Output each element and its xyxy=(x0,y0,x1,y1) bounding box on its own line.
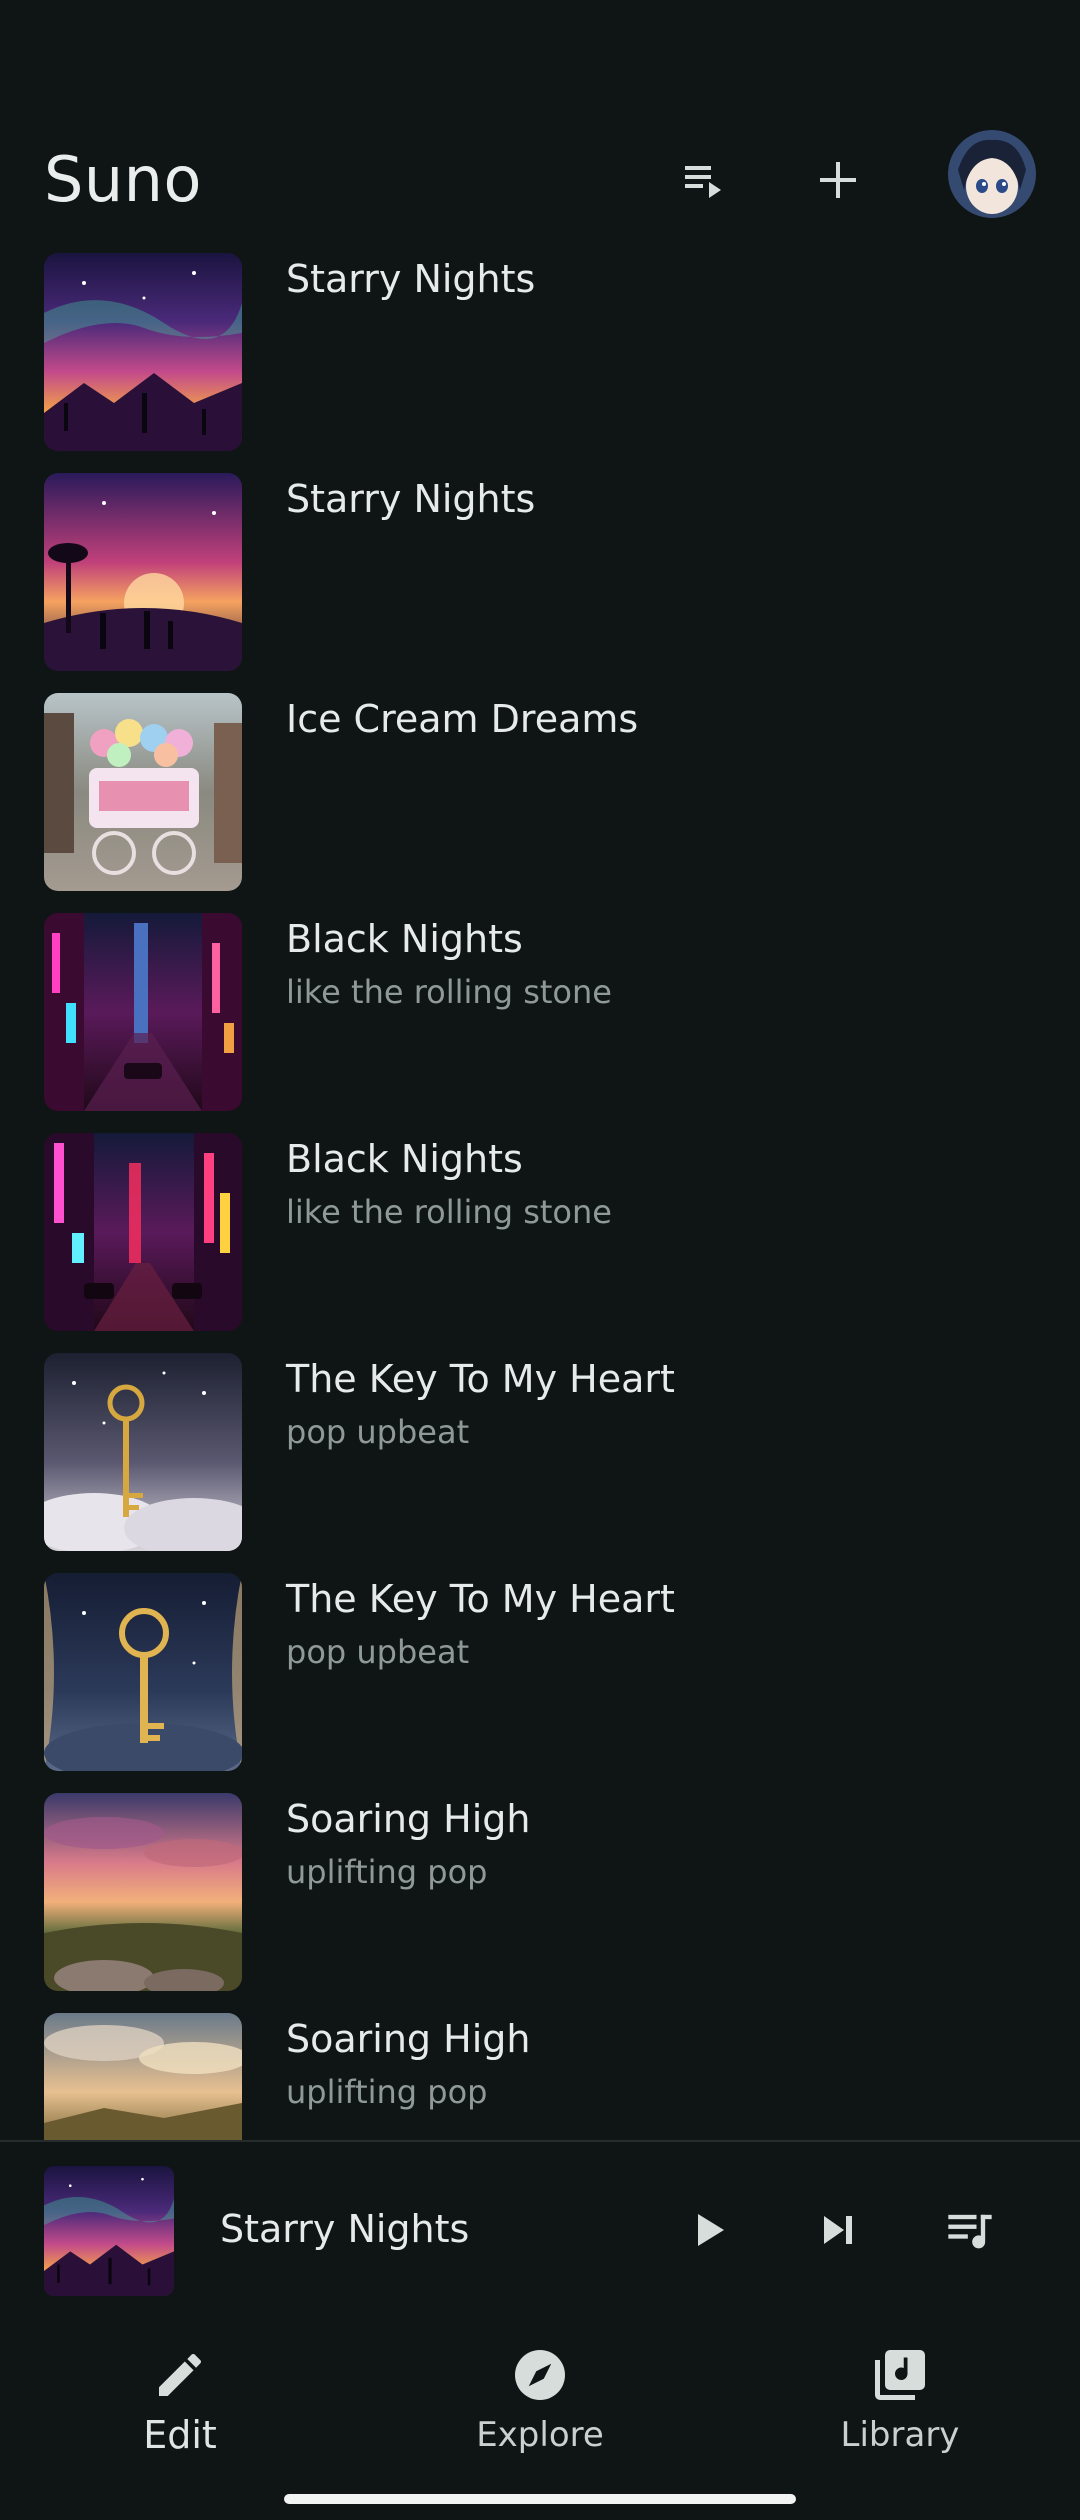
queue-button[interactable] xyxy=(655,132,751,228)
nav-library[interactable]: Library xyxy=(720,2340,1080,2480)
song-row[interactable]: Black Nights like the rolling stone xyxy=(0,910,1080,1130)
song-subtitle: pop upbeat xyxy=(286,1413,470,1451)
sunset-landscape-image xyxy=(44,1793,242,1991)
avatar[interactable] xyxy=(948,130,1036,218)
song-list[interactable]: Starry Nights Starry Nights Ice Cream Dr… xyxy=(0,250,1080,2140)
app-bar: Suno xyxy=(0,130,1080,230)
song-cover xyxy=(44,1353,242,1551)
song-subtitle: uplifting pop xyxy=(286,2073,488,2111)
song-title: Soaring High xyxy=(286,1797,531,1841)
play-icon xyxy=(698,2214,724,2246)
song-cover xyxy=(44,1133,242,1331)
add-button[interactable] xyxy=(790,132,886,228)
song-subtitle: like the rolling stone xyxy=(286,1193,612,1231)
sunset-family-silhouettes-image xyxy=(44,473,242,671)
song-title: Starry Nights xyxy=(286,257,536,301)
neon-city-street-image xyxy=(44,913,242,1111)
skip-next-icon xyxy=(824,2216,852,2244)
song-row[interactable]: The Key To My Heart pop upbeat xyxy=(0,1570,1080,1790)
song-cover xyxy=(44,253,242,451)
song-cover xyxy=(44,2013,242,2140)
song-cover xyxy=(44,913,242,1111)
song-row[interactable]: Soaring High uplifting pop xyxy=(0,2010,1080,2140)
song-title: Black Nights xyxy=(286,1137,523,1181)
aurora-mountains-silhouettes-image xyxy=(44,2166,174,2296)
song-cover xyxy=(44,1573,242,1771)
song-cover xyxy=(44,1793,242,1991)
song-title: Black Nights xyxy=(286,917,523,961)
bottom-nav: Edit Explore Library xyxy=(0,2320,1080,2520)
mini-player[interactable]: Starry Nights xyxy=(0,2142,1080,2320)
nav-explore-label: Explore xyxy=(476,2415,604,2455)
plus-icon xyxy=(820,162,856,198)
song-row[interactable]: Ice Cream Dreams xyxy=(0,690,1080,910)
song-title: Starry Nights xyxy=(286,477,536,521)
playlist-play-icon xyxy=(685,166,721,198)
song-cover xyxy=(44,693,242,891)
song-title: The Key To My Heart xyxy=(286,1577,675,1621)
library-music-icon xyxy=(875,2350,925,2400)
mini-player-title: Starry Nights xyxy=(220,2207,470,2251)
golden-key-clouds-image xyxy=(44,1353,242,1551)
queue-music-button[interactable] xyxy=(922,2182,1018,2278)
song-row[interactable]: Soaring High uplifting pop xyxy=(0,1790,1080,2010)
golden-key-night-image xyxy=(44,1573,242,1771)
app-title: Suno xyxy=(44,143,202,216)
queue-music-icon xyxy=(948,2214,992,2249)
song-subtitle: pop upbeat xyxy=(286,1633,470,1671)
song-title: Ice Cream Dreams xyxy=(286,697,639,741)
home-indicator[interactable] xyxy=(284,2494,796,2504)
nav-edit-label: Edit xyxy=(143,2413,217,2457)
play-button[interactable] xyxy=(660,2182,756,2278)
pencil-icon xyxy=(159,2353,201,2396)
song-cover xyxy=(44,473,242,671)
song-row[interactable]: The Key To My Heart pop upbeat xyxy=(0,1350,1080,1570)
nav-explore[interactable]: Explore xyxy=(360,2340,720,2480)
song-row[interactable]: Starry Nights xyxy=(0,470,1080,690)
nav-edit[interactable]: Edit xyxy=(0,2340,360,2480)
song-title: The Key To My Heart xyxy=(286,1357,675,1401)
song-subtitle: uplifting pop xyxy=(286,1853,488,1891)
compass-icon xyxy=(515,2350,565,2400)
status-bar xyxy=(0,0,1080,110)
skip-next-button[interactable] xyxy=(790,2182,886,2278)
song-row[interactable]: Black Nights like the rolling stone xyxy=(0,1130,1080,1350)
aurora-mountains-silhouettes-image xyxy=(44,253,242,451)
song-row[interactable]: Starry Nights xyxy=(0,250,1080,470)
mini-player-cover xyxy=(44,2166,174,2296)
anime-avatar-icon xyxy=(948,130,1036,218)
ice-cream-cart-image xyxy=(44,693,242,891)
song-title: Soaring High xyxy=(286,2017,531,2061)
neon-city-street-2-image xyxy=(44,1133,242,1331)
cloudy-valley-image xyxy=(44,2013,242,2140)
nav-library-label: Library xyxy=(840,2415,960,2455)
song-subtitle: like the rolling stone xyxy=(286,973,612,1011)
